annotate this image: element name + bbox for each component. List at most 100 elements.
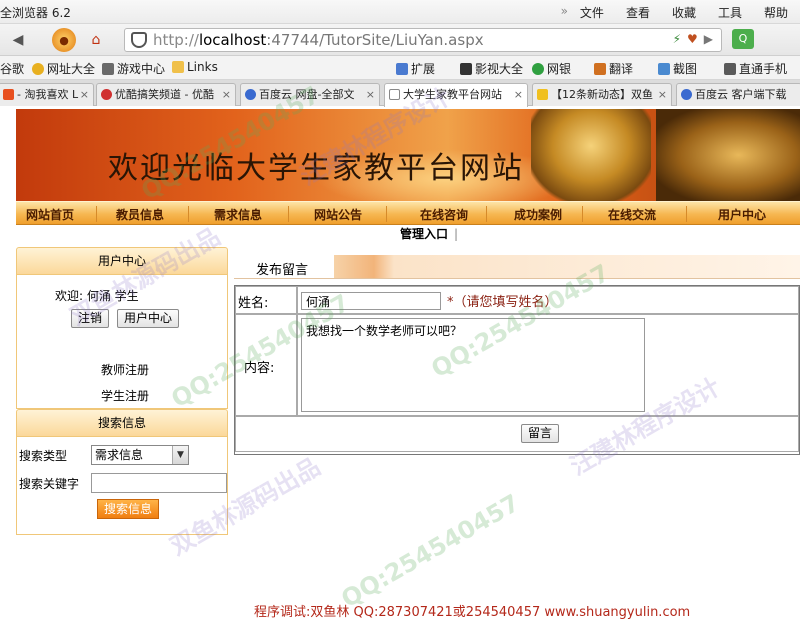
content-textarea[interactable]: 我想找一个数学老师可以吧？ <box>301 318 645 412</box>
browser-logo-icon[interactable]: ● <box>52 28 76 52</box>
address-bar: ◀ ● ⌂ http://localhost:47744/TutorSite/L… <box>0 24 800 56</box>
nav-demands[interactable]: 需求信息 <box>214 206 262 223</box>
bookmark-links[interactable]: Links <box>172 60 218 74</box>
url-host: localhost <box>198 31 267 49</box>
form-title: 发布留言 <box>256 263 309 278</box>
logout-button[interactable]: 注销 <box>71 309 110 328</box>
url-field[interactable]: http://localhost:47744/TutorSite/LiuYan.… <box>124 28 722 52</box>
sidebar: 用户中心 欢迎: 何涌 学生 注销 用户中心 教师注册 学生注册 搜索信息 搜索… <box>16 247 228 642</box>
search-header: 搜索信息 <box>16 409 228 437</box>
search-type-select[interactable]: 需求信息 ▼ <box>91 445 189 465</box>
name-label: 姓名: <box>238 296 269 311</box>
search-engine-icon[interactable]: Q <box>732 29 754 49</box>
video-icon <box>460 63 472 75</box>
nav-announcements[interactable]: 网站公告 <box>314 206 362 223</box>
bookmark-game-center[interactable]: 游戏中心 <box>102 60 165 77</box>
tab-4[interactable]: 【12条新动态】双鱼 × <box>532 83 672 106</box>
home-icon[interactable]: ⌂ <box>84 28 108 52</box>
tab-5[interactable]: 百度云 客户端下载 <box>676 83 800 106</box>
welcome-text: 欢迎: 何涌 学生 <box>55 289 139 303</box>
toolbar-screenshot[interactable]: 截图 <box>658 60 697 77</box>
close-icon[interactable]: × <box>222 84 231 105</box>
toolbar-extensions[interactable]: 扩展 <box>396 60 435 77</box>
tab-favicon <box>389 89 400 100</box>
chevron-down-icon[interactable]: ▼ <box>172 446 188 464</box>
tab-3-active[interactable]: 大学生家教平台网站 × <box>384 83 528 107</box>
security-shield-icon <box>131 32 147 48</box>
name-input[interactable] <box>301 292 441 310</box>
close-icon[interactable]: × <box>80 84 89 105</box>
lion-statue-image <box>531 109 651 201</box>
folder-icon <box>172 61 184 73</box>
translate-icon <box>594 63 606 75</box>
user-center-button[interactable]: 用户中心 <box>117 309 180 328</box>
menu-overflow-icon[interactable]: » <box>561 4 568 21</box>
speed-mode-icon[interactable]: ⚡ <box>673 32 681 46</box>
nav-consulting[interactable]: 在线咨询 <box>420 206 468 223</box>
close-icon[interactable]: × <box>658 84 667 105</box>
nav-success-cases[interactable]: 成功案例 <box>514 206 562 223</box>
tab-favicon <box>101 89 112 100</box>
tab-2[interactable]: 百度云 网盘-全部文 × <box>240 83 380 106</box>
tab-favicon <box>537 89 548 100</box>
url-path: :47744/TutorSite/LiuYan.aspx <box>266 31 484 49</box>
back-icon[interactable]: ◀ <box>6 28 30 52</box>
menu-help[interactable]: 帮助 <box>764 4 788 21</box>
menu-favorites[interactable]: 收藏 <box>672 4 696 21</box>
student-register-link[interactable]: 学生注册 <box>101 387 149 404</box>
teacher-register-link[interactable]: 教师注册 <box>101 361 149 378</box>
browser-titlebar: 全浏览器 6.2 » 文件 查看 收藏 工具 帮助 <box>0 0 800 24</box>
menu-file[interactable]: 文件 <box>580 4 604 21</box>
main-nav: 网站首页 教员信息 需求信息 网站公告 在线咨询 成功案例 在线交流 用户中心 <box>16 201 800 225</box>
toolbar-to-phone[interactable]: 直通手机 <box>724 60 787 77</box>
bookmark-site-directory[interactable]: 网址大全 <box>32 60 95 77</box>
tab-favicon <box>245 89 256 100</box>
site-headline: 欢迎光临大学生家教平台网站 <box>108 151 524 186</box>
search-type-value: 需求信息 <box>95 448 144 462</box>
bookmarks-bar: 谷歌 网址大全 游戏中心 Links 扩展 影视大全 网银 翻译 截图 直通手机 <box>0 56 800 80</box>
tab-1[interactable]: 优酷搞笑频道 - 优酷 × <box>96 83 236 106</box>
close-icon[interactable]: × <box>366 84 375 105</box>
tab-favicon <box>3 89 14 100</box>
gamepad-icon <box>102 63 114 75</box>
lion-statue-image-2 <box>656 109 800 201</box>
nav-home[interactable]: 网站首页 <box>26 206 74 223</box>
favorite-heart-icon[interactable]: ♥ <box>687 32 698 46</box>
bookmark-google[interactable]: 谷歌 <box>0 60 24 77</box>
site-directory-icon <box>32 63 44 75</box>
admin-entry-link[interactable]: 管理入口 | <box>400 225 458 242</box>
name-required-hint: *（请您填写姓名） <box>447 295 558 310</box>
browser-menu: » 文件 查看 收藏 工具 帮助 <box>561 4 788 21</box>
tab-0[interactable]: - 淘我喜欢 L × <box>0 83 94 106</box>
search-keyword-input[interactable] <box>91 473 227 493</box>
scissors-icon <box>658 63 670 75</box>
menu-view[interactable]: 查看 <box>626 4 650 21</box>
extensions-icon <box>396 63 408 75</box>
toolbar-video[interactable]: 影视大全 <box>460 60 523 77</box>
menu-tools[interactable]: 工具 <box>718 4 742 21</box>
message-form-panel: 发布留言 姓名: *（请您填写姓名） 内容: 我想找一个数学老师可以吧？ 留言 … <box>234 247 800 642</box>
toolbar-online-banking[interactable]: 网银 <box>532 60 571 77</box>
tab-favicon <box>681 89 692 100</box>
phone-icon <box>724 63 736 75</box>
nav-teachers[interactable]: 教员信息 <box>116 206 164 223</box>
form-header: 发布留言 <box>234 255 800 279</box>
browser-title: 全浏览器 6.2 <box>0 6 71 20</box>
url-actions: ⚡ ♥ ▶ <box>673 32 713 46</box>
submit-message-button[interactable]: 留言 <box>521 424 560 443</box>
close-icon[interactable]: × <box>514 84 523 105</box>
search-button[interactable]: 搜索信息 <box>97 499 159 519</box>
footer-credit: 程序调试:双鱼林 QQ:287307421或254540457 www.shua… <box>254 605 691 620</box>
search-keyword-label: 搜索关键字 <box>19 477 80 491</box>
toolbar-translate[interactable]: 翻译 <box>594 60 633 77</box>
nav-user-center[interactable]: 用户中心 <box>718 206 766 223</box>
content-label: 内容: <box>244 361 275 376</box>
bank-icon <box>532 63 544 75</box>
go-arrow-icon[interactable]: ▶ <box>704 32 713 46</box>
web-page: 欢迎光临大学生家教平台网站 网站首页 教员信息 需求信息 网站公告 在线咨询 成… <box>0 81 800 642</box>
user-center-header: 用户中心 <box>16 247 228 275</box>
search-type-label: 搜索类型 <box>19 449 68 463</box>
message-form: 姓名: *（请您填写姓名） 内容: 我想找一个数学老师可以吧？ 留言 <box>234 285 800 455</box>
user-center-box: 欢迎: 何涌 学生 注销 用户中心 教师注册 学生注册 <box>16 275 228 409</box>
nav-online-chat[interactable]: 在线交流 <box>608 206 656 223</box>
